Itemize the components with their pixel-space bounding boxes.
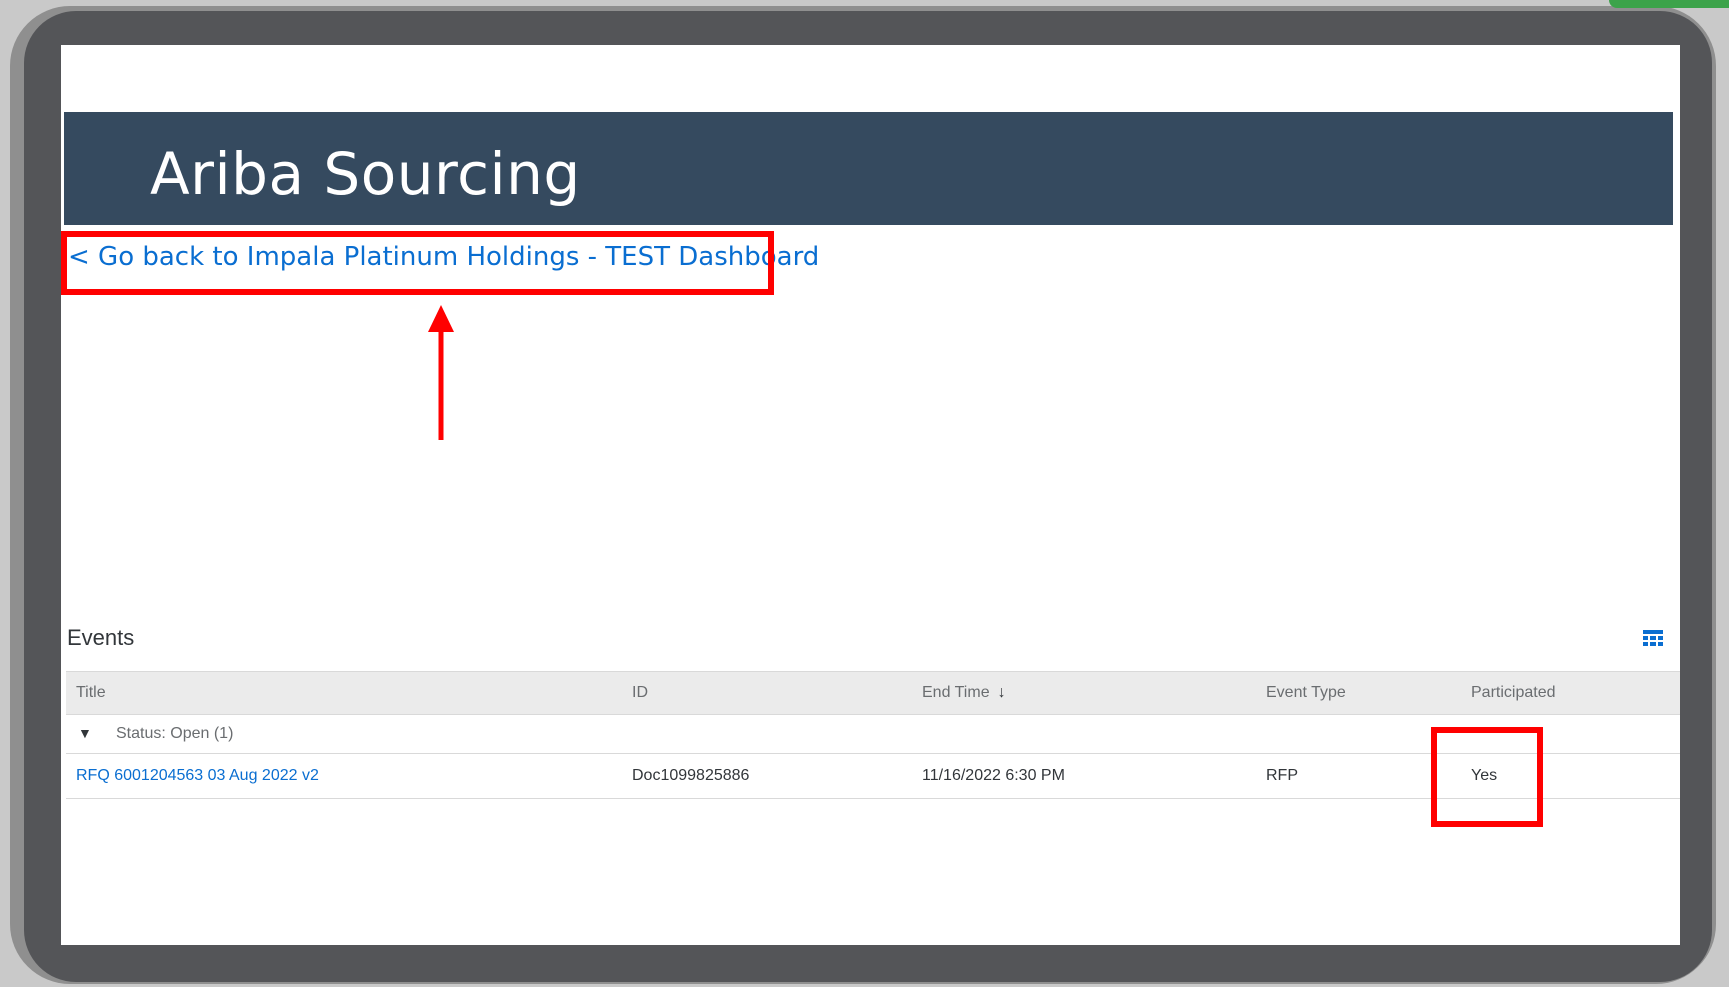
app-header: Ariba Sourcing [64, 112, 1673, 225]
column-header-event-type[interactable]: Event Type [1266, 684, 1346, 702]
event-type: RFP [1266, 767, 1298, 784]
annotation-box-participated [1431, 727, 1543, 827]
events-section-title: Events [67, 625, 135, 650]
screen: Ariba Sourcing < Go back to Impala Plati… [61, 45, 1680, 945]
event-title-link[interactable]: RFQ 6001204563 03 Aug 2022 v2 [76, 767, 319, 785]
column-header-title[interactable]: Title [76, 684, 106, 702]
group-label: Status: Open (1) [116, 725, 234, 742]
column-header-end-time[interactable]: End Time ↓ [922, 684, 1006, 702]
table-settings-icon[interactable] [1643, 630, 1663, 648]
triangle-down-icon[interactable]: ▼ [78, 725, 92, 741]
app-title: Ariba Sourcing [150, 140, 581, 208]
table-header: Title ID End Time ↓ Event Type Participat… [66, 671, 1680, 715]
event-id: Doc1099825886 [632, 767, 750, 784]
column-header-id[interactable]: ID [632, 684, 648, 702]
sort-descending-icon: ↓ [997, 684, 1006, 701]
annotation-box-back-link [61, 231, 774, 295]
column-header-end-time-label: End Time [922, 684, 990, 701]
event-end-time: 11/16/2022 6:30 PM [922, 767, 1065, 784]
corner-accent [1609, 0, 1729, 8]
annotation-arrow-up-icon [428, 305, 454, 440]
column-header-participated[interactable]: Participated [1471, 684, 1556, 702]
